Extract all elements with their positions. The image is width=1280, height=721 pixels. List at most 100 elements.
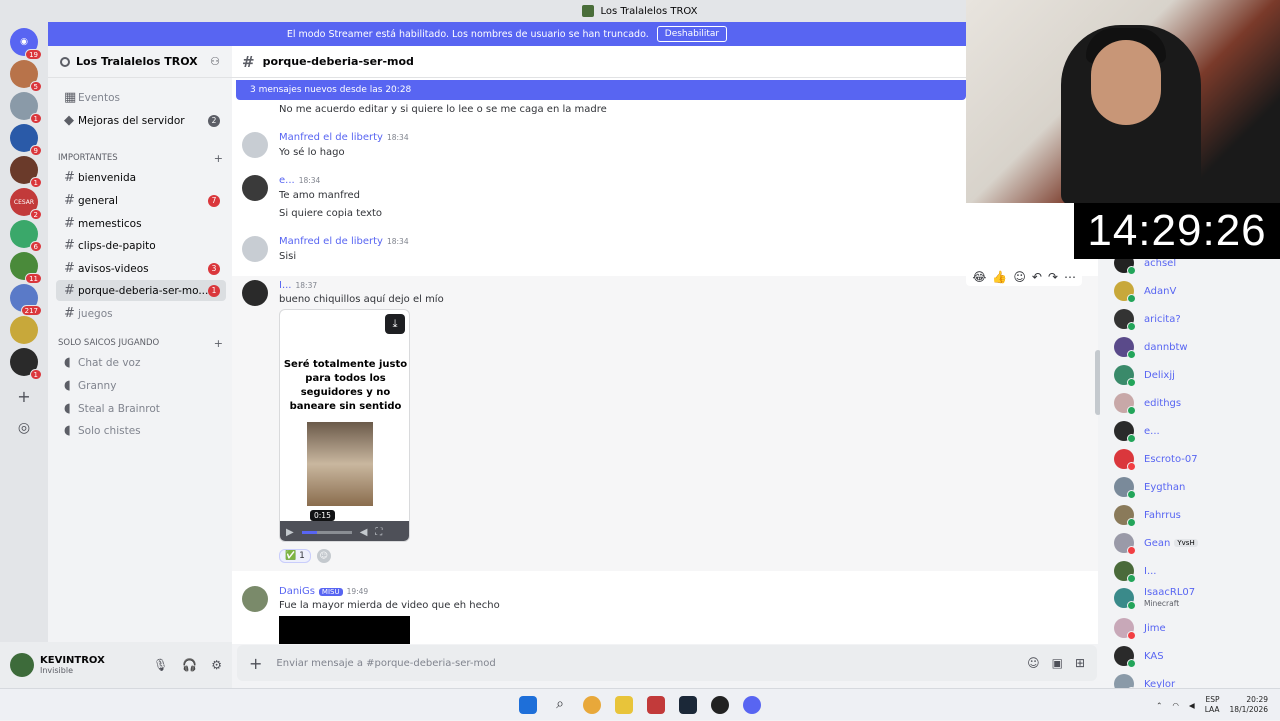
- microphone-icon[interactable]: 🎙: [153, 658, 168, 672]
- avatar[interactable]: [242, 280, 268, 306]
- disable-streamer-button[interactable]: Deshabilitar: [656, 26, 728, 42]
- attachment-preview[interactable]: [279, 616, 410, 644]
- add-channel-icon[interactable]: +: [214, 152, 223, 165]
- channel-porque-deberia[interactable]: # porque-deberia-ser-mo... 1: [56, 280, 226, 301]
- search-icon[interactable]: ⌕: [551, 696, 569, 714]
- boosts-item[interactable]: ◆ Mejoras del servidor 2: [56, 110, 226, 131]
- wifi-icon[interactable]: ◠: [1172, 701, 1179, 710]
- gear-icon[interactable]: ⚙: [211, 658, 222, 672]
- fullscreen-icon[interactable]: ⛶: [375, 527, 382, 538]
- reaction-laugh-icon[interactable]: 😂: [972, 270, 986, 284]
- member-item[interactable]: dannbtw: [1114, 337, 1188, 359]
- voice-solo-chistes[interactable]: ◖ Solo chistes: [56, 420, 226, 441]
- server-item[interactable]: 6: [10, 220, 42, 252]
- reaction-thumbs-icon[interactable]: 👍: [992, 270, 1007, 284]
- server-item[interactable]: 1: [10, 92, 42, 124]
- channel-clips[interactable]: # clips-de-papito: [56, 235, 226, 256]
- language-indicator[interactable]: ESP LAA: [1205, 695, 1220, 715]
- member-item[interactable]: Gean YvsH: [1114, 533, 1198, 555]
- app-icon[interactable]: [647, 695, 665, 714]
- server-item[interactable]: 217: [10, 284, 42, 316]
- add-reaction-icon[interactable]: ☺: [1013, 270, 1026, 284]
- video-controls[interactable]: ▶ ◀ ⛶: [280, 521, 409, 541]
- download-icon[interactable]: ⤓: [385, 314, 405, 334]
- message-author[interactable]: Manfred el de liberty 18:34: [279, 132, 409, 143]
- server-item[interactable]: 9: [10, 124, 42, 156]
- server-item[interactable]: 11: [10, 252, 42, 284]
- add-server-icon[interactable]: +: [10, 382, 38, 410]
- avatar[interactable]: [242, 236, 268, 262]
- member-item[interactable]: Jime: [1114, 618, 1166, 640]
- server-item[interactable]: 1: [10, 156, 42, 188]
- message-author[interactable]: e... 18:34: [279, 175, 320, 186]
- server-item[interactable]: [10, 316, 38, 344]
- message-author[interactable]: I... 18:37: [279, 280, 317, 291]
- message-toolbar[interactable]: 😂 👍 ☺ ↶ ↷ ⋯: [966, 268, 1082, 286]
- discover-icon[interactable]: ◎: [10, 414, 38, 442]
- reaction-check[interactable]: ✅ 1: [279, 549, 311, 563]
- avatar[interactable]: [242, 586, 268, 612]
- reply-icon[interactable]: ↶: [1032, 270, 1042, 284]
- channel-juegos[interactable]: # juegos: [56, 303, 226, 324]
- member-item[interactable]: Eygthan: [1114, 477, 1185, 499]
- folder-icon[interactable]: [615, 695, 633, 714]
- server-item[interactable]: 1: [10, 348, 42, 380]
- message-composer[interactable]: + Enviar mensaje a #porque-deberia-ser-m…: [237, 645, 1097, 681]
- channel-bienvenida[interactable]: # bienvenida: [56, 167, 226, 188]
- invite-icon[interactable]: ⚇: [210, 55, 220, 68]
- member-item[interactable]: Delixjj: [1114, 365, 1175, 387]
- seek-bar[interactable]: [301, 530, 352, 534]
- member-item[interactable]: IsaacRL07 Minecraft: [1114, 587, 1195, 610]
- chrome-icon[interactable]: [583, 695, 601, 714]
- attach-icon[interactable]: +: [249, 654, 262, 673]
- volume-icon[interactable]: ◀: [1189, 701, 1195, 710]
- member-item[interactable]: Fahrrus: [1114, 505, 1181, 527]
- volume-icon[interactable]: ◀: [360, 527, 368, 538]
- play-icon[interactable]: ▶: [286, 527, 294, 538]
- avatar[interactable]: [242, 132, 268, 158]
- emoji-icon[interactable]: ☺: [1027, 656, 1040, 670]
- member-item[interactable]: aricita?: [1114, 309, 1181, 331]
- clock[interactable]: 20:29 18/1/2026: [1230, 695, 1268, 715]
- video-attachment[interactable]: ⤓ Seré totalmente justo para todos los s…: [279, 309, 410, 542]
- events-item[interactable]: ▦ Eventos: [56, 87, 226, 108]
- channel-memesticos[interactable]: # memesticos: [56, 213, 226, 234]
- chevron-up-icon[interactable]: ⌃: [1156, 701, 1162, 710]
- forward-icon[interactable]: ↷: [1048, 270, 1058, 284]
- voice-chat-de-voz[interactable]: ◖ Chat de voz: [56, 352, 226, 373]
- server-item[interactable]: CESAR 2: [10, 188, 42, 220]
- member-item[interactable]: AdanV: [1114, 281, 1176, 303]
- sticker-icon[interactable]: ▣: [1052, 656, 1063, 670]
- server-list[interactable]: ◉ 19 5 1 9 1 CESAR 2 6 11 217 1 + ◎: [0, 22, 48, 688]
- windows-start-icon[interactable]: [519, 695, 537, 714]
- message-author[interactable]: DaniGs MISU 19:49: [279, 586, 368, 597]
- category-importantes[interactable]: IMPORTANTES +: [58, 152, 223, 165]
- channel-avisos[interactable]: # avisos-videos 3: [56, 258, 226, 279]
- member-item[interactable]: achsel: [1114, 259, 1176, 275]
- steam-icon[interactable]: [679, 695, 697, 714]
- avatar[interactable]: [242, 175, 268, 201]
- member-item[interactable]: e...: [1114, 421, 1160, 443]
- server-item[interactable]: ◉ 19: [10, 28, 42, 60]
- add-reaction-icon[interactable]: ☺: [316, 549, 331, 563]
- composer-placeholder[interactable]: Enviar mensaje a #porque-deberia-ser-mod: [276, 658, 495, 669]
- voice-granny[interactable]: ◖ Granny: [56, 375, 226, 396]
- category-saicos[interactable]: SOLO SAICOS JUGANDO +: [58, 337, 223, 350]
- discord-icon[interactable]: [743, 695, 761, 714]
- gift-icon[interactable]: ⊞: [1075, 656, 1085, 670]
- server-header[interactable]: Los Tralalelos TROX ⚇: [48, 46, 232, 78]
- member-item[interactable]: KAS: [1114, 646, 1164, 668]
- member-item[interactable]: edithgs: [1114, 393, 1181, 415]
- server-item[interactable]: 5: [10, 60, 42, 92]
- member-item[interactable]: I...: [1114, 561, 1157, 583]
- more-icon[interactable]: ⋯: [1064, 270, 1076, 284]
- voice-steal[interactable]: ◖ Steal a Brainrot: [56, 398, 226, 419]
- headphones-icon[interactable]: 🎧: [182, 658, 197, 672]
- member-item[interactable]: Escroto-07: [1114, 449, 1198, 471]
- channel-general[interactable]: # general 7: [56, 190, 226, 211]
- add-channel-icon[interactable]: +: [214, 337, 223, 350]
- avatar[interactable]: [10, 653, 34, 677]
- member-item[interactable]: Keylor: [1114, 674, 1175, 688]
- new-messages-bar[interactable]: 3 mensajes nuevos desde las 20:28: [236, 80, 966, 100]
- obs-icon[interactable]: [711, 695, 729, 714]
